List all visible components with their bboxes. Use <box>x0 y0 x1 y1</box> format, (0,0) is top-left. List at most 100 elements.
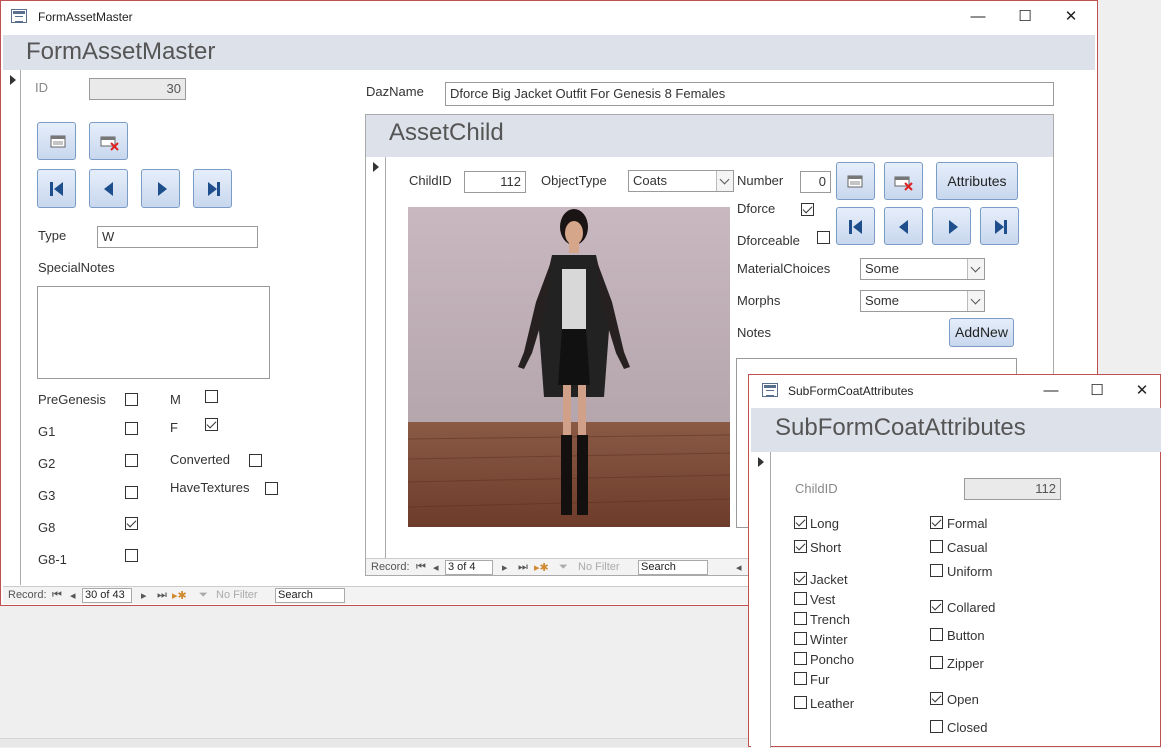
no-filter-label[interactable]: No Filter <box>216 589 258 601</box>
child-nav-first-icon[interactable]: ⏮ <box>416 561 426 574</box>
sub-close-button[interactable]: ✕ <box>1122 379 1161 403</box>
child-next-record-button[interactable] <box>932 207 971 245</box>
uniform-checkbox[interactable] <box>930 564 943 577</box>
g8-checkbox[interactable] <box>125 517 138 530</box>
form-icon <box>11 9 27 23</box>
jacket-checkbox[interactable] <box>794 572 807 585</box>
new-record-button[interactable] <box>37 122 76 160</box>
g8-label: G8 <box>38 520 56 535</box>
objecttype-value: Coats <box>633 173 667 188</box>
dforceable-checkbox[interactable] <box>817 231 830 244</box>
collared-checkbox[interactable] <box>930 600 943 613</box>
short-checkbox[interactable] <box>794 540 807 553</box>
child-nav-new-icon[interactable]: ▸✱ <box>534 561 549 574</box>
maximize-button[interactable]: ☐ <box>1005 5 1045 29</box>
g3-checkbox[interactable] <box>125 486 138 499</box>
trench-checkbox[interactable] <box>794 612 807 625</box>
sub-form-header: SubFormCoatAttributes <box>751 408 1161 452</box>
record-selector[interactable] <box>3 70 21 585</box>
have-textures-checkbox[interactable] <box>265 482 278 495</box>
formal-label: Formal <box>947 516 988 531</box>
attributes-button[interactable]: Attributes <box>936 162 1018 200</box>
close-button[interactable]: ✕ <box>1051 5 1091 29</box>
objecttype-combo[interactable]: Coats <box>628 170 734 192</box>
fur-checkbox[interactable] <box>794 672 807 685</box>
delete-record-icon <box>894 176 913 191</box>
child-nav-next-icon[interactable]: ▸ <box>502 561 508 574</box>
poncho-checkbox[interactable] <box>794 652 807 665</box>
delete-record-button[interactable] <box>89 122 128 160</box>
scroll-left-icon[interactable]: ◂ <box>736 561 742 574</box>
leather-checkbox[interactable] <box>794 696 807 709</box>
next-record-button[interactable] <box>141 169 180 208</box>
child-first-record-button[interactable] <box>836 207 875 245</box>
casual-checkbox[interactable] <box>930 540 943 553</box>
last-record-button[interactable] <box>193 169 232 208</box>
nav-last-icon[interactable]: ⏭ <box>157 589 167 602</box>
dforceable-label: Dforceable <box>737 233 800 248</box>
form-icon <box>762 383 778 397</box>
long-checkbox[interactable] <box>794 516 807 529</box>
m-checkbox[interactable] <box>205 390 218 403</box>
button-checkbox[interactable] <box>930 628 943 641</box>
f-checkbox[interactable] <box>205 418 218 431</box>
new-record-icon <box>50 135 66 148</box>
vest-checkbox[interactable] <box>794 592 807 605</box>
type-field[interactable]: W <box>97 226 258 248</box>
converted-checkbox[interactable] <box>249 454 262 467</box>
open-checkbox[interactable] <box>930 692 943 705</box>
material-choices-combo[interactable]: Some <box>860 258 985 280</box>
nav-next-icon[interactable]: ▸ <box>141 589 147 602</box>
child-record-selector[interactable] <box>366 157 386 558</box>
zipper-checkbox[interactable] <box>930 656 943 669</box>
id-field[interactable]: 30 <box>89 78 186 100</box>
asset-child-title: AssetChild <box>389 119 504 146</box>
dforce-checkbox[interactable] <box>801 203 814 216</box>
type-label: Type <box>38 228 67 243</box>
first-record-button[interactable] <box>37 169 76 208</box>
child-nav-prev-icon[interactable]: ◂ <box>433 561 439 574</box>
nav-prev-icon[interactable]: ◂ <box>70 589 76 602</box>
special-notes-field[interactable] <box>37 286 270 379</box>
child-nav-last-icon[interactable]: ⏭ <box>518 561 528 574</box>
morphs-value: Some <box>865 293 899 308</box>
childid-field[interactable]: 112 <box>464 171 526 193</box>
pregenesis-checkbox[interactable] <box>125 393 138 406</box>
asset-preview-image <box>408 207 730 527</box>
child-previous-record-button[interactable] <box>884 207 923 245</box>
sub-childid-field[interactable]: 112 <box>964 478 1061 500</box>
sub-maximize-button[interactable]: ☐ <box>1077 379 1117 403</box>
g1-checkbox[interactable] <box>125 422 138 435</box>
sub-minimize-button[interactable]: — <box>1031 379 1071 403</box>
chevron-down-icon[interactable] <box>716 171 733 191</box>
morphs-combo[interactable]: Some <box>860 290 985 312</box>
child-search-field[interactable]: Search <box>638 560 708 575</box>
record-position-field[interactable]: 30 of 43 <box>82 588 132 603</box>
nav-new-icon[interactable]: ▸✱ <box>172 589 187 602</box>
m-label: M <box>170 392 181 407</box>
winter-checkbox[interactable] <box>794 632 807 645</box>
button-label: Button <box>947 628 985 643</box>
chevron-down-icon[interactable] <box>967 291 984 311</box>
minimize-button[interactable]: — <box>958 5 998 29</box>
dazname-field[interactable]: Dforce Big Jacket Outfit For Genesis 8 F… <box>445 82 1054 106</box>
last-record-arrow-icon <box>995 220 1004 234</box>
child-new-record-button[interactable] <box>836 162 875 200</box>
chevron-down-icon[interactable] <box>967 259 984 279</box>
closed-checkbox[interactable] <box>930 720 943 733</box>
search-field[interactable]: Search <box>275 588 345 603</box>
addnew-button[interactable]: AddNew <box>949 318 1014 347</box>
g2-checkbox[interactable] <box>125 454 138 467</box>
render-image <box>408 207 730 527</box>
nav-first-icon[interactable]: ⏮ <box>52 589 62 602</box>
formal-checkbox[interactable] <box>930 516 943 529</box>
g8-1-checkbox[interactable] <box>125 549 138 562</box>
child-last-record-button[interactable] <box>980 207 1019 245</box>
child-no-filter-label[interactable]: No Filter <box>578 561 620 573</box>
previous-record-icon <box>104 182 113 196</box>
child-delete-record-button[interactable] <box>884 162 923 200</box>
child-record-position-field[interactable]: 3 of 4 <box>445 560 493 575</box>
number-field[interactable]: 0 <box>800 171 831 193</box>
previous-record-button[interactable] <box>89 169 128 208</box>
sub-record-selector[interactable] <box>751 452 771 748</box>
